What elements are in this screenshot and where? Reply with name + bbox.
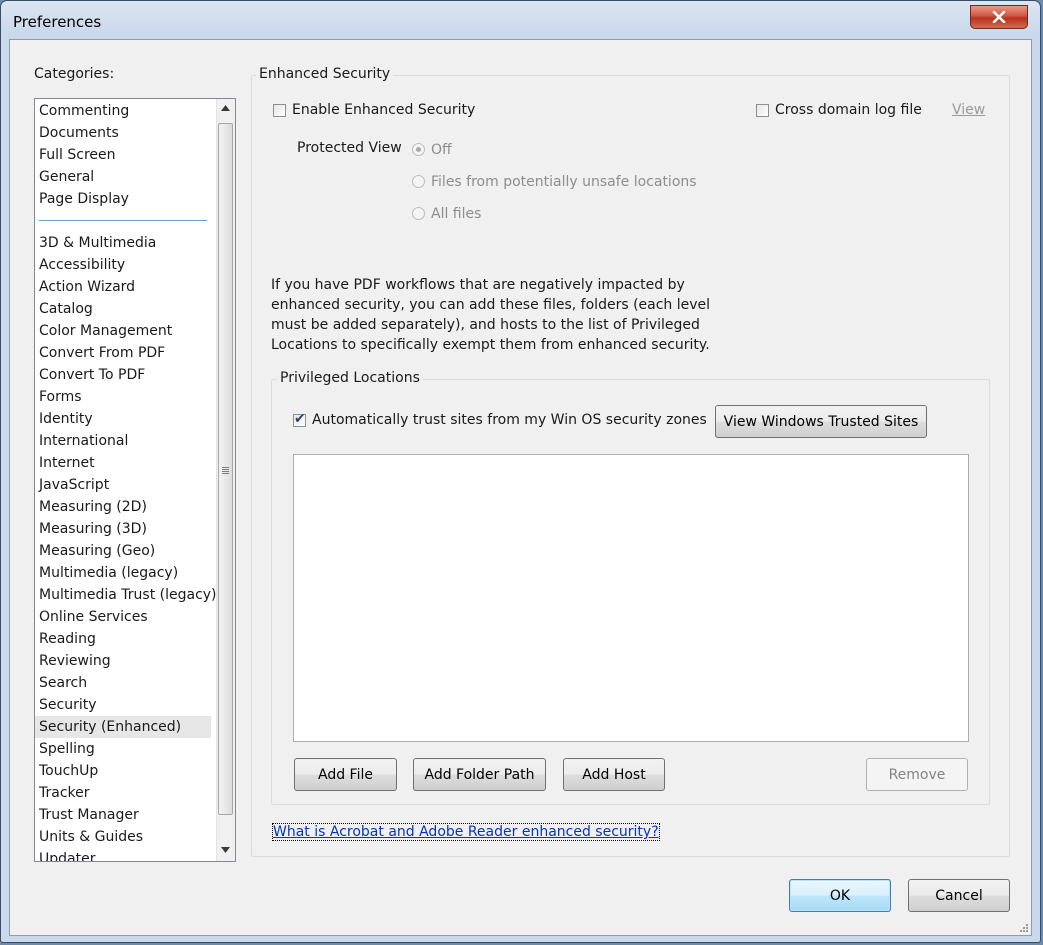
category-item[interactable]: Trust Manager (39, 804, 139, 826)
enhanced-security-help-link[interactable]: What is Acrobat and Adobe Reader enhance… (272, 823, 660, 841)
category-item[interactable]: Online Services (39, 606, 148, 628)
grip-line (222, 469, 229, 470)
category-item[interactable]: Security (Enhanced) (35, 716, 211, 738)
auto-trust-checkbox[interactable]: ✔ (293, 411, 306, 427)
category-item[interactable]: Convert From PDF (39, 342, 165, 364)
category-item[interactable]: Measuring (2D) (39, 496, 147, 518)
auto-trust-label[interactable]: Automatically trust sites from my Win OS… (312, 412, 707, 428)
category-item[interactable]: Updater (39, 848, 95, 861)
cancel-button[interactable]: Cancel (908, 879, 1010, 912)
categories-scrollbar[interactable] (216, 99, 235, 861)
category-item[interactable]: Convert To PDF (39, 364, 145, 386)
view-log-link[interactable]: View (952, 102, 985, 118)
cross-domain-log-label[interactable]: Cross domain log file (775, 102, 922, 118)
enable-enhanced-security-label[interactable]: Enable Enhanced Security (292, 102, 475, 118)
category-item[interactable]: Multimedia (legacy) (39, 562, 178, 584)
privileged-locations-list[interactable] (293, 454, 969, 742)
close-button[interactable] (970, 5, 1028, 29)
enhanced-security-description: If you have PDF workflows that are negat… (271, 277, 711, 353)
grip-line (222, 471, 229, 472)
preferences-window: Preferences Categories: Commenting Docume… (0, 0, 1041, 943)
category-item[interactable]: International (39, 430, 128, 452)
title-bar[interactable]: Preferences (1, 1, 1040, 37)
grip-line (222, 467, 229, 468)
category-item[interactable]: Full Screen (39, 144, 116, 166)
close-icon (992, 11, 1006, 23)
protected-view-off-label[interactable]: Off (431, 142, 452, 158)
category-item[interactable]: Reviewing (39, 650, 111, 672)
category-item[interactable]: Tracker (39, 782, 90, 804)
cross-domain-log-checkbox[interactable] (756, 104, 769, 117)
category-item[interactable]: Color Management (39, 320, 172, 342)
protected-view-unsafe-label[interactable]: Files from potentially unsafe locations (431, 174, 697, 190)
radio-selected-dot (416, 147, 421, 152)
category-item[interactable]: Forms (39, 386, 82, 408)
scroll-down-arrow-icon[interactable] (221, 847, 230, 853)
category-item[interactable]: Multimedia Trust (legacy) (39, 584, 217, 606)
category-item[interactable]: Measuring (3D) (39, 518, 147, 540)
category-item[interactable]: Identity (39, 408, 93, 430)
categories-list[interactable]: Commenting Documents Full Screen General Pag… (34, 98, 236, 862)
category-item[interactable]: General (39, 166, 94, 188)
category-item[interactable]: Action Wizard (39, 276, 135, 298)
category-item[interactable]: Catalog (39, 298, 93, 320)
scroll-thumb[interactable] (218, 123, 233, 815)
privileged-locations-legend: Privileged Locations (277, 370, 423, 386)
protected-view-all-label[interactable]: All files (431, 206, 481, 222)
category-item[interactable]: Spelling (39, 738, 95, 760)
remove-button[interactable]: Remove (866, 758, 968, 791)
dialog-client: Categories: Commenting Documents Full Scre… (9, 39, 1032, 936)
category-item[interactable]: Security (39, 694, 97, 716)
enhanced-security-legend: Enhanced Security (256, 66, 394, 82)
check-mark-icon: ✔ (294, 411, 306, 427)
category-item[interactable]: Reading (39, 628, 96, 650)
category-item[interactable]: JavaScript (39, 474, 109, 496)
category-item[interactable]: Search (39, 672, 87, 694)
category-item[interactable]: Documents (39, 122, 119, 144)
protected-view-unsafe-radio[interactable] (412, 175, 425, 188)
grip-line (222, 473, 229, 474)
add-folder-path-button[interactable]: Add Folder Path (413, 758, 546, 791)
category-item[interactable]: Internet (39, 452, 95, 474)
add-host-button[interactable]: Add Host (563, 758, 665, 791)
enable-enhanced-security-checkbox[interactable] (273, 104, 286, 117)
protected-view-label: Protected View (297, 140, 402, 156)
add-file-button[interactable]: Add File (294, 758, 397, 791)
view-windows-trusted-sites-button[interactable]: View Windows Trusted Sites (715, 405, 927, 438)
resize-grip-icon[interactable] (1019, 923, 1029, 933)
category-item[interactable]: TouchUp (39, 760, 98, 782)
category-item[interactable]: Commenting (39, 100, 129, 122)
categories-label: Categories: (34, 66, 115, 82)
category-item[interactable]: Units & Guides (39, 826, 143, 848)
list-separator (39, 220, 207, 221)
protected-view-off-radio[interactable] (412, 143, 425, 156)
window-title: Preferences (13, 13, 102, 31)
scroll-up-arrow-icon[interactable] (221, 105, 230, 111)
protected-view-all-radio[interactable] (412, 207, 425, 220)
ok-button[interactable]: OK (789, 879, 891, 912)
category-item[interactable]: Measuring (Geo) (39, 540, 155, 562)
category-item[interactable]: 3D & Multimedia (39, 232, 156, 254)
category-item[interactable]: Page Display (39, 188, 129, 210)
category-item[interactable]: Accessibility (39, 254, 125, 276)
